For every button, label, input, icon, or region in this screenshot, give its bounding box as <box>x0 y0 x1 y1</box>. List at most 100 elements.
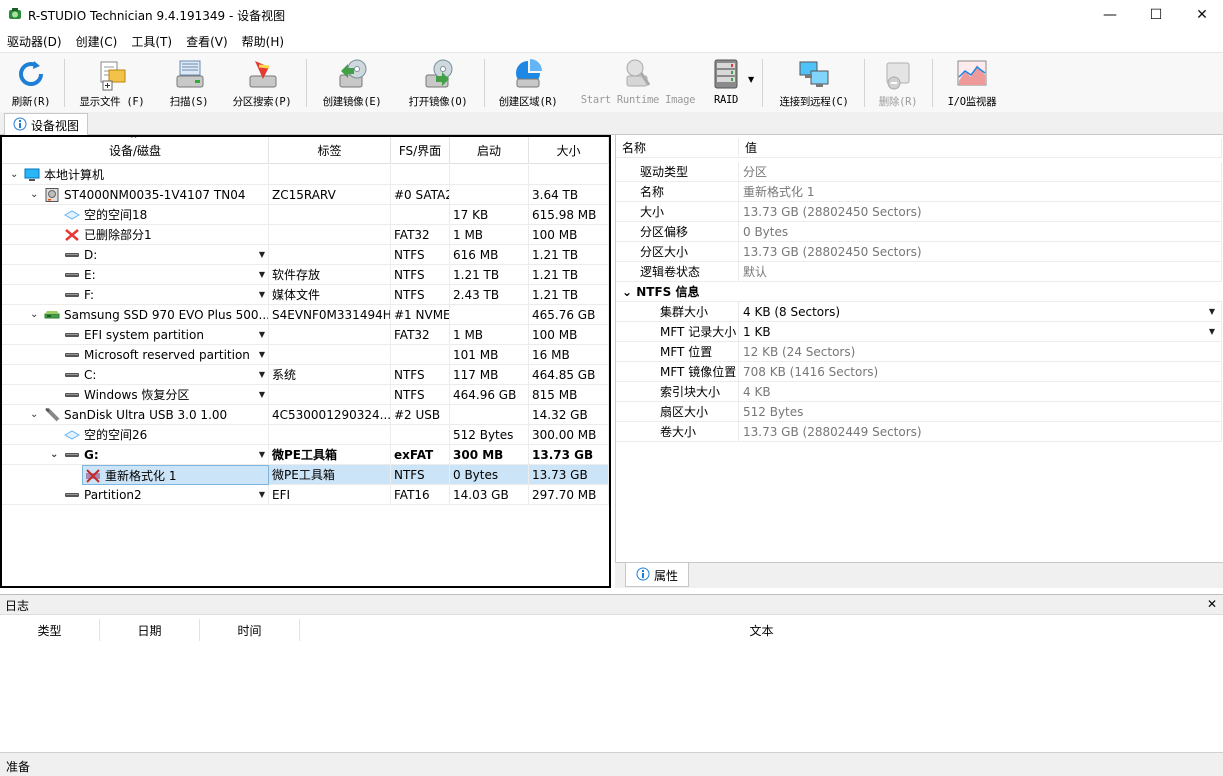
show-files-button[interactable]: 显示文件 (F) <box>72 57 152 111</box>
props-section-row[interactable]: ⌄ NTFS 信息 <box>616 282 1222 302</box>
scan-button[interactable]: 扫描(S) <box>164 57 214 111</box>
col-header-value[interactable]: 值 <box>739 138 1222 158</box>
table-row[interactable]: 空的空间26 512 Bytes 300.00 MB <box>2 425 609 445</box>
log-close-button[interactable]: ✕ <box>1207 597 1217 611</box>
log-col-date[interactable]: 日期 <box>100 619 200 641</box>
title-bar: R-STUDIO Technician 9.4.191349 - 设备视图 — … <box>0 0 1223 30</box>
row-dropdown-icon[interactable]: ▼ <box>259 325 265 344</box>
props-row[interactable]: 逻辑卷状态 默认 <box>616 262 1222 282</box>
col-header-size[interactable]: 大小 <box>529 137 609 164</box>
props-row[interactable]: 分区偏移 0 Bytes <box>616 222 1222 242</box>
menu-help[interactable]: 帮助(H) <box>235 30 291 52</box>
prop-value: 13.73 GB (28802450 Sectors) <box>739 242 1222 262</box>
col-header-label[interactable]: 标签 <box>269 137 391 164</box>
expand-toggle-icon[interactable]: ⌄ <box>30 310 40 320</box>
table-row[interactable]: 已删除部分1 FAT32 1 MB 100 MB <box>2 225 609 245</box>
props-row[interactable]: 名称 重新格式化 1 <box>616 182 1222 202</box>
col-header-name[interactable]: 名称 <box>616 138 739 158</box>
open-image-button[interactable]: 打开镜像(O) <box>402 57 474 111</box>
props-header: 名称 值 <box>616 138 1222 158</box>
refresh-button[interactable]: 刷新(R) <box>8 57 54 111</box>
prop-value[interactable]: 4 KB (8 Sectors) ▼ <box>739 302 1222 322</box>
table-row[interactable]: ⌄ ST4000NM0035-1V4107 TN04 ZC15RARV #0 SATA… <box>2 185 609 205</box>
row-dropdown-icon[interactable]: ▼ <box>259 365 265 384</box>
menu-tools[interactable]: 工具(T) <box>124 30 179 52</box>
row-dropdown-icon[interactable]: ▼ <box>259 345 265 364</box>
log-col-text[interactable]: 文本 <box>300 619 1223 641</box>
cell-start: 1.21 TB <box>450 265 529 285</box>
table-row[interactable]: Partition2 ▼ EFI FAT16 14.03 GB 297.70 MB <box>2 485 609 505</box>
info-icon <box>636 567 650 581</box>
props-row[interactable]: MFT 记录大小 1 KB ▼ <box>616 322 1222 342</box>
cell-start: 2.43 TB <box>450 285 529 305</box>
menu-view[interactable]: 查看(V) <box>179 30 235 52</box>
row-dropdown-icon[interactable]: ▼ <box>259 385 265 404</box>
cell-device: ⌄ ST4000NM0035-1V4107 TN04 <box>2 185 269 205</box>
prop-value[interactable]: 1 KB ▼ <box>739 322 1222 342</box>
table-row[interactable]: Windows 恢复分区 ▼ NTFS 464.96 GB 815 MB <box>2 385 609 405</box>
cell-fs: NTFS <box>391 265 450 285</box>
col-header-fs[interactable]: FS/界面 <box>391 137 450 164</box>
props-row[interactable]: 集群大小 4 KB (8 Sectors) ▼ <box>616 302 1222 322</box>
props-row[interactable]: 大小 13.73 GB (28802450 Sectors) <box>616 202 1222 222</box>
delete-button[interactable]: 删除(R) <box>872 57 924 111</box>
usb-icon <box>44 407 60 422</box>
minimize-button[interactable]: — <box>1087 0 1133 30</box>
prop-value: 708 KB (1416 Sectors) <box>739 362 1222 382</box>
value-dropdown-icon[interactable]: ▼ <box>1209 302 1215 322</box>
connect-remote-icon <box>799 61 829 87</box>
props-row[interactable]: 卷大小 13.73 GB (28802449 Sectors) <box>616 422 1222 442</box>
row-dropdown-icon[interactable]: ▼ <box>259 445 265 464</box>
props-row[interactable]: MFT 位置 12 KB (24 Sectors) <box>616 342 1222 362</box>
props-row[interactable]: 索引块大小 4 KB <box>616 382 1222 402</box>
table-row[interactable]: D: ▼ NTFS 616 MB 1.21 TB <box>2 245 609 265</box>
partition-search-button[interactable]: 分区搜索(P) <box>226 57 298 111</box>
col-header-start[interactable]: 启动 <box>450 137 529 164</box>
tab-device-view[interactable]: 设备视图 <box>4 113 89 135</box>
expand-toggle-icon[interactable]: ⌄ <box>30 410 40 420</box>
value-dropdown-icon[interactable]: ▼ <box>1209 322 1215 342</box>
raid-dropdown-icon[interactable]: ▼ <box>748 75 754 84</box>
maximize-button[interactable]: ☐ <box>1133 0 1179 30</box>
close-button[interactable]: ✕ <box>1179 0 1223 30</box>
table-row[interactable]: ⌄ 本地计算机 <box>2 165 609 185</box>
start-runtime-image-button[interactable]: Start Runtime Image <box>578 57 698 111</box>
log-col-type[interactable]: 类型 <box>0 619 100 641</box>
expand-toggle-icon[interactable]: ⌄ <box>50 450 60 460</box>
table-row[interactable]: EFI system partition ▼ FAT32 1 MB 100 MB <box>2 325 609 345</box>
create-image-button[interactable]: 创建镜像(E) <box>316 57 388 111</box>
raid-button[interactable]: RAID <box>708 57 744 111</box>
table-row[interactable]: ⌄ Samsung SSD 970 EVO Plus 500... S4EVNF0M… <box>2 305 609 325</box>
row-dropdown-icon[interactable]: ▼ <box>259 285 265 304</box>
cell-size: 100 MB <box>529 225 609 245</box>
menu-create[interactable]: 创建(C) <box>69 30 125 52</box>
row-dropdown-icon[interactable]: ▼ <box>259 245 265 264</box>
cell-label: 微PE工具箱 <box>269 445 391 465</box>
tab-properties[interactable]: 属性 <box>625 563 690 587</box>
table-row[interactable]: ⌄ G: ▼ 微PE工具箱 exFAT 300 MB 13.73 GB <box>2 445 609 465</box>
log-col-time[interactable]: 时间 <box>200 619 300 641</box>
connect-remote-button[interactable]: 连接到远程(C) <box>772 57 856 111</box>
create-region-button[interactable]: 创建区域(R) <box>492 57 564 111</box>
io-monitor-button[interactable]: I/O监视器 <box>942 57 1002 111</box>
row-dropdown-icon[interactable]: ▼ <box>259 265 265 284</box>
table-row[interactable]: 重新格式化 1 微PE工具箱 NTFS 0 Bytes 13.73 GB <box>2 465 609 485</box>
table-row[interactable]: C: ▼ 系统 NTFS 117 MB 464.85 GB <box>2 365 609 385</box>
menu-drives[interactable]: 驱动器(D) <box>0 30 69 52</box>
table-row[interactable]: F: ▼ 媒体文件 NTFS 2.43 TB 1.21 TB <box>2 285 609 305</box>
table-row[interactable]: E: ▼ 软件存放 NTFS 1.21 TB 1.21 TB <box>2 265 609 285</box>
app-icon <box>9 8 21 19</box>
expand-toggle-icon[interactable]: ⌄ <box>10 170 20 180</box>
prop-name: MFT 记录大小 <box>616 322 739 342</box>
table-row[interactable]: ⌄ SanDisk Ultra USB 3.0 1.00 4C53000129032… <box>2 405 609 425</box>
row-dropdown-icon[interactable]: ▼ <box>259 485 265 504</box>
table-row[interactable]: Microsoft reserved partition ▼ 101 MB 16 MB <box>2 345 609 365</box>
props-row[interactable]: 扇区大小 512 Bytes <box>616 402 1222 422</box>
props-row[interactable]: 驱动类型 分区 <box>616 162 1222 182</box>
prop-value-text: 4 KB (8 Sectors) <box>743 305 841 319</box>
expand-toggle-icon[interactable]: ⌄ <box>622 285 636 299</box>
props-row[interactable]: MFT 镜像位置 708 KB (1416 Sectors) <box>616 362 1222 382</box>
props-row[interactable]: 分区大小 13.73 GB (28802450 Sectors) <box>616 242 1222 262</box>
table-row[interactable]: 空的空间18 17 KB 615.98 MB <box>2 205 609 225</box>
expand-toggle-icon[interactable]: ⌄ <box>30 190 40 200</box>
